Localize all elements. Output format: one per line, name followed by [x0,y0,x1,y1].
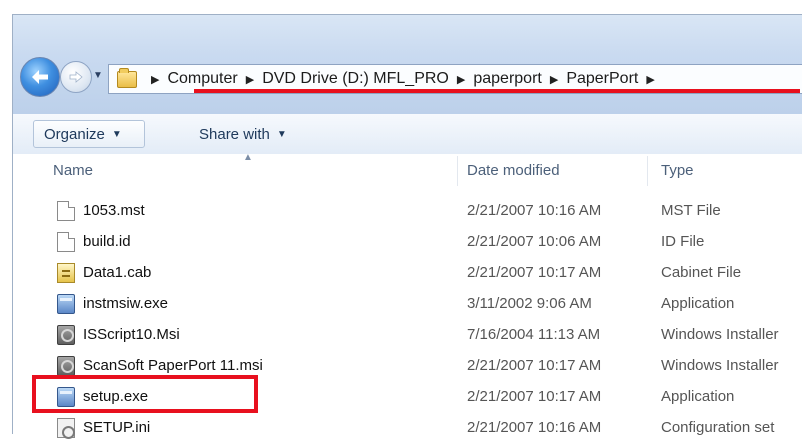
installer-icon [57,325,75,345]
file-date: 2/21/2007 10:17 AM [467,357,602,374]
back-button[interactable] [20,57,60,97]
crumb-dvd-drive[interactable]: DVD Drive (D:) MFL_PRO [262,70,449,88]
file-type: Windows Installer [661,326,779,343]
back-arrow-icon [32,70,48,84]
column-divider[interactable] [457,156,458,186]
forward-button[interactable] [60,61,92,93]
file-date: 2/21/2007 10:16 AM [467,419,602,436]
address-highlight-underline [194,89,800,93]
crumb-paperport-folder[interactable]: paperport [473,70,542,88]
chevron-down-icon: ▼ [276,128,287,140]
chevron-right-icon[interactable]: ▶ [550,73,558,86]
chevron-right-icon[interactable]: ▶ [246,73,254,86]
command-bar: Organize ▼ Share with ▼ [12,114,802,155]
chevron-right-icon[interactable]: ▶ [151,73,159,86]
crumb-paperport[interactable]: PaperPort [566,70,638,88]
file-type: Configuration set [661,419,775,436]
file-date: 2/21/2007 10:17 AM [467,264,602,281]
column-header-name[interactable]: Name [53,162,93,179]
application-icon [57,294,75,314]
file-row[interactable]: instmsiw.exe 3/11/2002 9:06 AM Applicati… [13,289,802,320]
file-date: 7/16/2004 11:13 AM [467,326,601,343]
file-name: SETUP.ini [83,419,151,436]
file-type: ID File [661,233,705,250]
setup-highlight-box [32,375,258,413]
file-name: ScanSoft PaperPort 11.msi [83,357,263,374]
chevron-right-icon[interactable]: ▶ [646,73,654,86]
organize-button[interactable]: Organize ▼ [33,120,145,148]
forward-arrow-icon [69,71,83,83]
file-name: 1053.mst [83,202,145,219]
column-divider[interactable] [647,156,648,186]
column-header-type[interactable]: Type [661,162,694,179]
file-name: build.id [83,233,131,250]
share-with-button[interactable]: Share with ▼ [189,120,309,148]
file-name: instmsiw.exe [83,295,169,312]
folder-icon [117,68,137,88]
crumb-computer[interactable]: Computer [167,70,237,88]
sort-ascending-icon: ▲ [243,152,253,163]
column-header-date[interactable]: Date modified [467,162,560,179]
file-type: Cabinet File [661,264,742,281]
document-icon [57,232,75,252]
share-with-label: Share with [199,125,270,143]
file-type: Application [661,295,735,312]
recent-pages-dropdown-icon[interactable]: ▼ [92,70,104,82]
settings-file-icon [57,418,75,439]
explorer-window: ▼ ▶ Computer ▶ DVD Drive (D:) MFL_PRO ▶ … [0,0,802,439]
cabinet-icon [57,263,75,283]
file-row[interactable]: build.id 2/21/2007 10:06 AM ID File [13,227,802,258]
file-row[interactable]: SETUP.ini 2/21/2007 10:16 AM Configurati… [13,413,802,444]
column-header-row: ▲ Name Date modified Type [12,152,802,188]
file-row[interactable]: 1053.mst 2/21/2007 10:16 AM MST File [13,196,802,227]
file-date: 2/21/2007 10:06 AM [467,233,602,250]
file-row[interactable]: Data1.cab 2/21/2007 10:17 AM Cabinet Fil… [13,258,802,289]
file-type: MST File [661,202,721,219]
file-date: 2/21/2007 10:16 AM [467,202,602,219]
organize-label: Organize [44,125,105,143]
file-date: 2/21/2007 10:17 AM [467,388,602,405]
document-icon [57,201,75,221]
chevron-down-icon: ▼ [111,128,122,140]
file-type: Application [661,388,735,405]
chevron-right-icon[interactable]: ▶ [457,73,465,86]
file-name: Data1.cab [83,264,152,281]
file-name: ISScript10.Msi [83,326,180,343]
file-row[interactable]: ISScript10.Msi 7/16/2004 11:13 AM Window… [13,320,802,351]
file-type: Windows Installer [661,357,779,374]
file-date: 3/11/2002 9:06 AM [467,295,592,312]
installer-icon [57,356,75,376]
